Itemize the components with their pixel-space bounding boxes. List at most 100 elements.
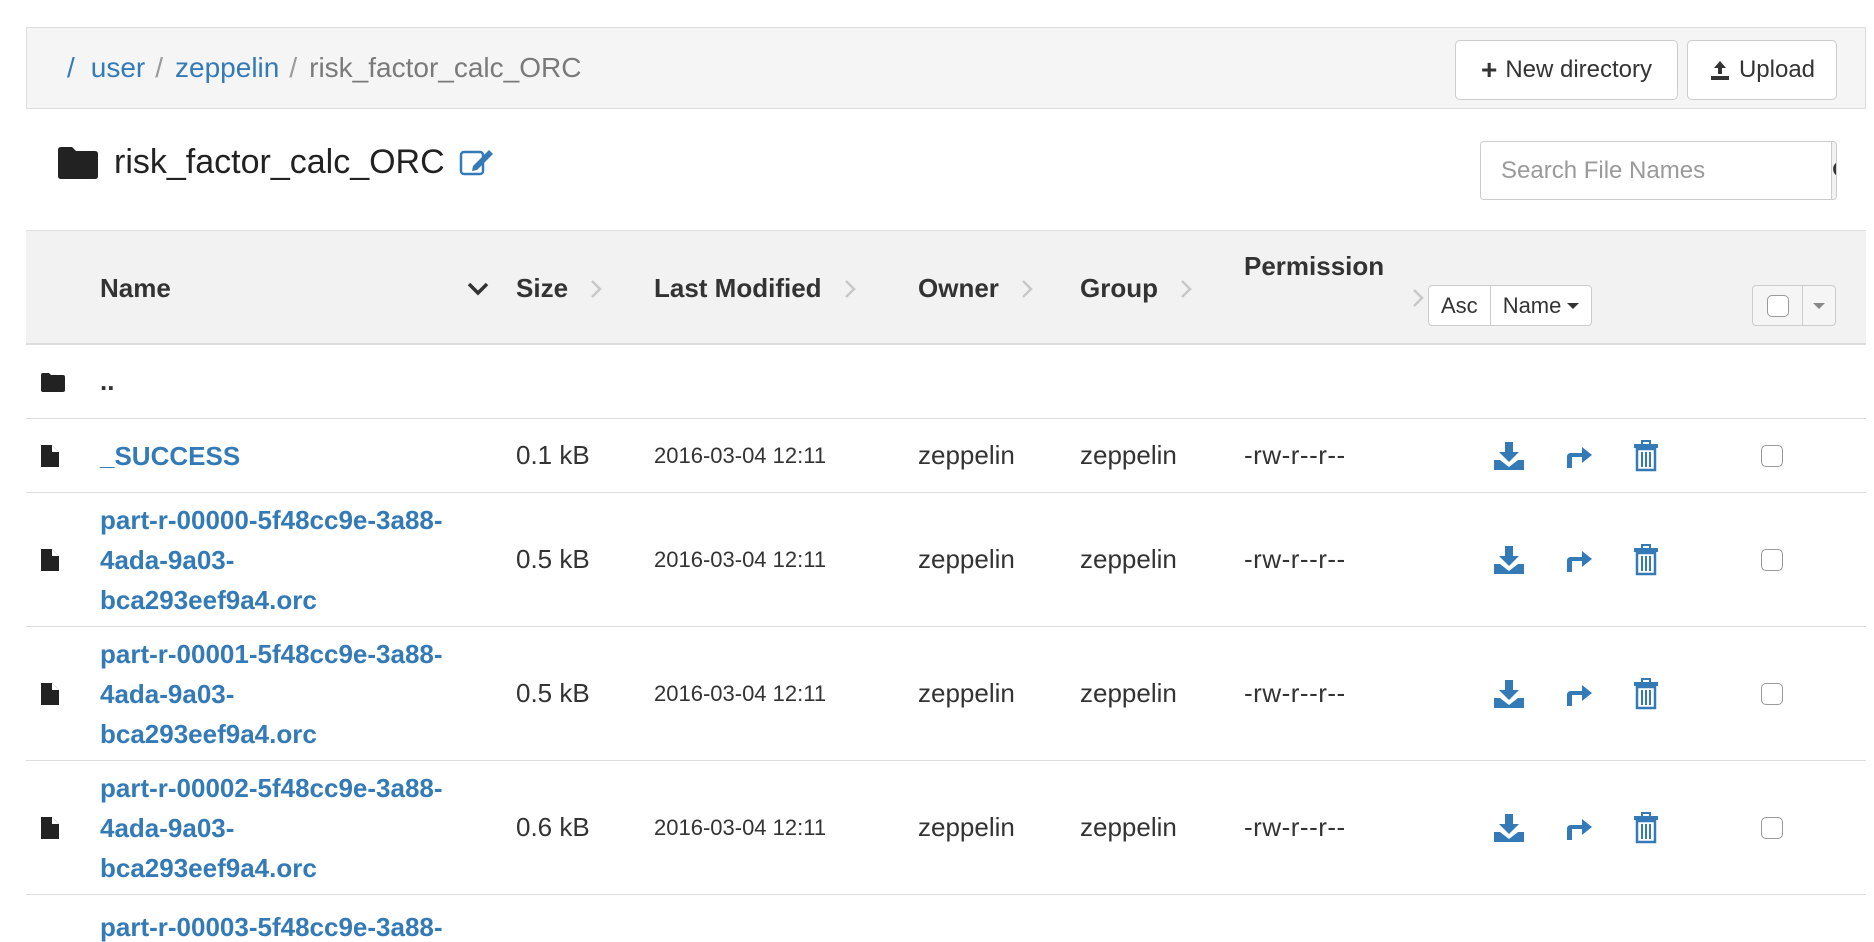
download-icon[interactable]	[1492, 812, 1526, 844]
row-actions	[1492, 627, 1660, 760]
caret-down-icon	[1813, 302, 1825, 309]
breadcrumb-item-zeppelin[interactable]: zeppelin	[175, 52, 279, 84]
move-icon[interactable]	[1564, 814, 1594, 842]
table-row: part-r-00000-5f48cc9e-3a88- 4ada-9a03- b…	[26, 493, 1866, 627]
breadcrumb-root[interactable]: /	[67, 52, 75, 84]
search-button[interactable]	[1831, 142, 1836, 199]
upload-icon	[1709, 59, 1731, 81]
trash-icon[interactable]	[1632, 543, 1660, 576]
file-size: 0.1 kB	[516, 440, 590, 470]
column-header-size[interactable]: Size	[516, 231, 602, 346]
breadcrumb-separator: /	[289, 52, 298, 83]
file-name-link[interactable]: part-r-00001-5f48cc9e-3a88- 4ada-9a03- b…	[100, 634, 443, 754]
file-owner: zeppelin	[918, 678, 1015, 708]
file-owner: zeppelin	[918, 544, 1015, 574]
chevron-right-icon	[590, 279, 602, 299]
trash-icon[interactable]	[1632, 811, 1660, 844]
folder-icon	[56, 144, 100, 180]
file-name-link[interactable]: part-r-00002-5f48cc9e-3a88- 4ada-9a03- b…	[100, 768, 443, 888]
table-row: _SUCCESS 0.1 kB 2016-03-04 12:11 zeppeli…	[26, 419, 1866, 493]
file-name-line: bca293eef9a4.orc	[100, 852, 317, 883]
row-checkbox[interactable]	[1761, 444, 1783, 467]
row-checkbox[interactable]	[1761, 682, 1783, 705]
row-actions	[1492, 761, 1660, 894]
table-row-parent-directory[interactable]: ..	[26, 345, 1866, 419]
file-icon	[40, 493, 80, 626]
row-checkbox[interactable]	[1761, 816, 1783, 839]
chevron-down-icon	[466, 281, 490, 297]
breadcrumb-separator: /	[155, 52, 164, 83]
file-name-line: bca293eef9a4.orc	[100, 584, 317, 615]
sort-order-button[interactable]: Asc	[1429, 286, 1490, 325]
file-last-modified: 2016-03-04 12:11	[654, 814, 827, 840]
folder-icon	[40, 345, 80, 418]
table-row: part-r-00002-5f48cc9e-3a88- 4ada-9a03- b…	[26, 761, 1866, 895]
select-all-checkbox[interactable]	[1753, 286, 1803, 325]
column-header-last-modified[interactable]: Last Modified	[654, 231, 856, 346]
file-size: 0.6 kB	[516, 812, 590, 842]
row-actions	[1492, 419, 1660, 492]
move-icon[interactable]	[1564, 442, 1594, 470]
file-name-link[interactable]: _SUCCESS	[100, 436, 240, 476]
breadcrumb-bar: / user / zeppelin / risk_factor_calc_ORC…	[26, 27, 1866, 109]
file-icon	[40, 419, 80, 492]
column-header-group[interactable]: Group	[1080, 231, 1192, 346]
bulk-actions-dropdown[interactable]	[1803, 286, 1835, 325]
plus-icon: +	[1480, 54, 1498, 85]
file-last-modified: 2016-03-04 12:11	[654, 546, 827, 572]
search-box	[1480, 141, 1837, 200]
directory-header: risk_factor_calc_ORC	[56, 138, 495, 186]
file-name-link[interactable]: part-r-00000-5f48cc9e-3a88- 4ada-9a03- b…	[100, 500, 443, 620]
column-header-name[interactable]: Name	[100, 231, 490, 346]
column-header-size-label: Size	[516, 273, 569, 303]
breadcrumb-current: risk_factor_calc_ORC	[309, 52, 582, 83]
file-icon	[40, 761, 80, 894]
upload-label: Upload	[1738, 56, 1816, 83]
new-directory-button[interactable]: + New directory	[1455, 40, 1678, 100]
file-name-line: 4ada-9a03-	[100, 678, 235, 709]
column-header-permission-label: Permission	[1244, 251, 1385, 281]
file-icon	[40, 627, 80, 760]
column-header-name-label: Name	[100, 273, 171, 303]
move-icon[interactable]	[1564, 546, 1594, 574]
upload-button[interactable]: Upload	[1687, 40, 1837, 100]
column-header-owner[interactable]: Owner	[918, 231, 1033, 346]
file-owner: zeppelin	[918, 440, 1015, 470]
download-icon[interactable]	[1492, 678, 1526, 710]
file-name-line: part-r-00001-5f48cc9e-3a88-	[100, 638, 443, 669]
table-header: Name Size Last Modified Owner Group Perm…	[26, 230, 1866, 345]
column-header-permission[interactable]: Permission	[1244, 251, 1424, 308]
file-owner: zeppelin	[918, 812, 1015, 842]
search-input[interactable]	[1481, 142, 1831, 199]
file-permission: -rw-r--r--	[1244, 440, 1346, 470]
chevron-right-icon	[1412, 288, 1424, 308]
file-last-modified: 2016-03-04 12:11	[654, 680, 827, 706]
row-checkbox[interactable]	[1761, 548, 1783, 571]
download-icon[interactable]	[1492, 544, 1526, 576]
breadcrumb-item-user[interactable]: user	[91, 52, 145, 84]
file-permission: -rw-r--r--	[1244, 678, 1346, 708]
download-icon[interactable]	[1492, 440, 1526, 472]
file-name-line: part-r-00000-5f48cc9e-3a88-	[100, 504, 443, 535]
file-size: 0.5 kB	[516, 678, 590, 708]
edit-icon[interactable]	[459, 146, 495, 178]
trash-icon[interactable]	[1632, 439, 1660, 472]
chevron-right-icon	[844, 279, 856, 299]
file-name-line: 4ada-9a03-	[100, 544, 235, 575]
directory-title: risk_factor_calc_ORC	[114, 142, 445, 181]
column-header-last-modified-label: Last Modified	[654, 273, 822, 303]
row-actions	[1492, 493, 1660, 626]
chevron-right-icon	[1021, 279, 1033, 299]
trash-icon[interactable]	[1632, 677, 1660, 710]
parent-directory-link[interactable]: ..	[100, 366, 114, 397]
sort-field-dropdown[interactable]: Name	[1489, 286, 1592, 325]
table-row: part-r-00001-5f48cc9e-3a88- 4ada-9a03- b…	[26, 627, 1866, 761]
file-group: zeppelin	[1080, 544, 1177, 574]
file-group: zeppelin	[1080, 812, 1177, 842]
checkbox	[1766, 294, 1789, 317]
new-directory-label: New directory	[1505, 56, 1653, 83]
file-name-link[interactable]: part-r-00003-5f48cc9e-3a88-	[100, 907, 443, 942]
move-icon[interactable]	[1564, 680, 1594, 708]
sort-field-label: Name	[1502, 292, 1562, 318]
file-name-line: 4ada-9a03-	[100, 812, 235, 843]
